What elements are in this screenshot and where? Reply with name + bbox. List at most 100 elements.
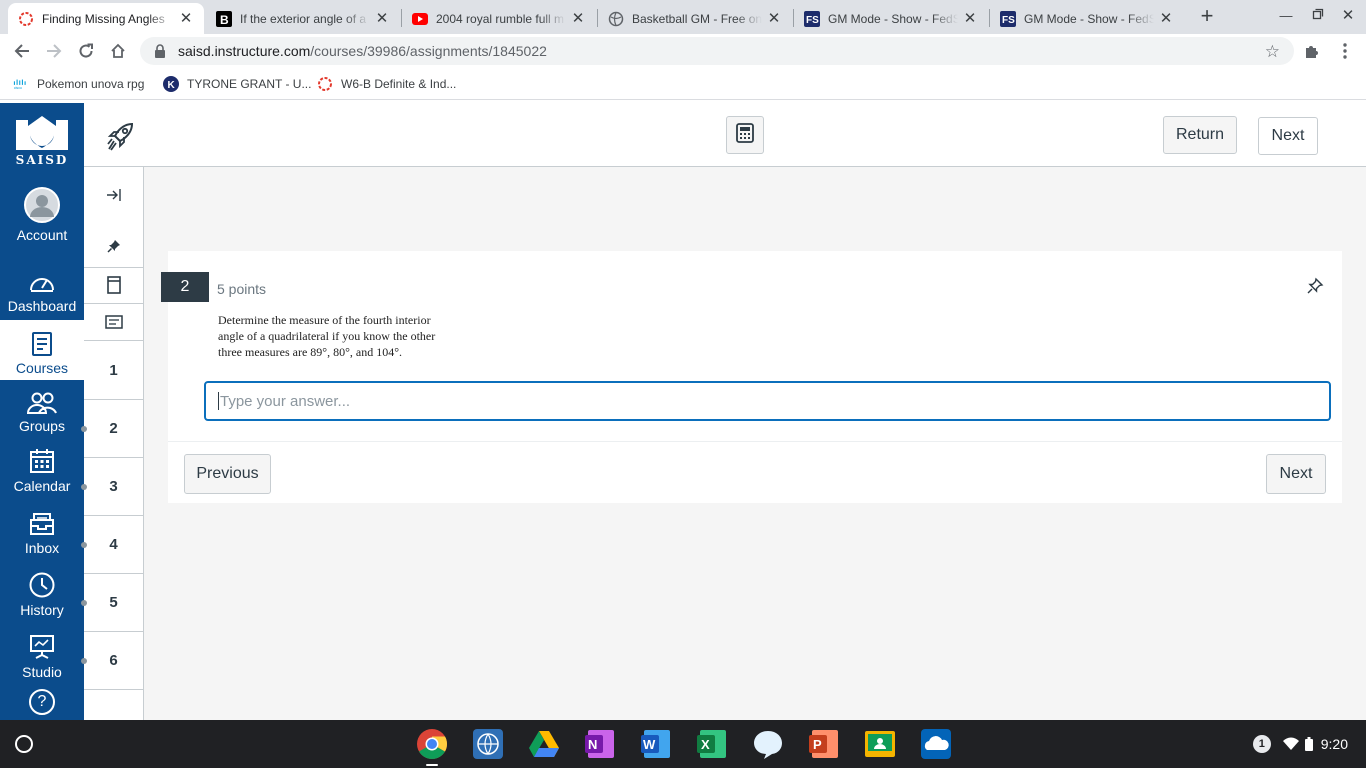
tab-basketball-gm[interactable]: Basketball GM - Free onli ✕: [598, 3, 792, 34]
header-next-button[interactable]: Next: [1258, 117, 1318, 155]
question-link-6[interactable]: 6: [81, 632, 143, 690]
tab-title: If the exterior angle of a: [240, 11, 367, 26]
close-tab-icon[interactable]: ✕: [570, 10, 586, 27]
tab-title: Basketball GM - Free onli: [632, 11, 762, 26]
chat-bubble-icon[interactable]: [752, 728, 784, 760]
pin-question-icon[interactable]: [1306, 277, 1324, 295]
nav-history[interactable]: History: [0, 570, 84, 630]
onenote-icon[interactable]: N: [584, 728, 616, 760]
courses-icon: [31, 328, 53, 356]
back-icon[interactable]: [10, 39, 34, 63]
nav-label: Studio: [22, 664, 62, 680]
saisd-logo[interactable]: SAISD: [0, 103, 84, 179]
minimize-icon[interactable]: —: [1276, 6, 1296, 26]
system-tray[interactable]: 1 9:20: [1252, 720, 1366, 768]
return-button[interactable]: Return: [1163, 116, 1237, 154]
close-tab-icon[interactable]: ✕: [178, 10, 194, 27]
nav-groups[interactable]: Groups: [0, 386, 84, 446]
document-icon[interactable]: [84, 267, 143, 301]
bookmark-tyrone-grant[interactable]: K TYRONE GRANT - U...: [163, 76, 311, 92]
question-link-3[interactable]: 3: [81, 458, 143, 516]
nav-label: Calendar: [13, 478, 71, 494]
answer-input[interactable]: Type your answer...: [204, 381, 1331, 421]
close-window-icon[interactable]: ✕: [1338, 6, 1358, 26]
close-tab-icon[interactable]: ✕: [962, 10, 978, 27]
logo-text: SAISD: [16, 153, 69, 167]
address-bar[interactable]: saisd.instructure.com/courses/39986/assi…: [140, 37, 1294, 65]
close-tab-icon[interactable]: ✕: [1158, 10, 1174, 27]
nav-help[interactable]: ?: [0, 689, 84, 719]
rocket-icon[interactable]: [106, 122, 136, 152]
bookmark-label: TYRONE GRANT - U...: [187, 77, 312, 91]
nav-dashboard[interactable]: Dashboard: [0, 266, 84, 326]
bookmark-star-icon[interactable]: ☆: [1265, 42, 1280, 62]
close-tab-icon[interactable]: ✕: [766, 10, 782, 27]
fedsim-favicon-icon: FS: [804, 10, 820, 27]
taskbar: N W X P 1 9:20: [0, 720, 1366, 768]
youtube-favicon-icon: [412, 11, 428, 27]
nav-studio[interactable]: Studio: [0, 632, 84, 692]
status-dot: [81, 541, 87, 548]
clock-icon: [29, 570, 55, 598]
globe-favicon-icon: [608, 11, 624, 27]
reload-icon[interactable]: [74, 39, 98, 63]
tab-royal-rumble[interactable]: 2004 royal rumble full m ✕: [402, 3, 596, 34]
tab-title: GM Mode - Show - FedSi: [828, 11, 958, 26]
excel-icon[interactable]: X: [696, 728, 728, 760]
tab-gm-mode-2[interactable]: FS GM Mode - Show - FedSi ✕: [990, 3, 1184, 34]
text-block-icon[interactable]: [84, 303, 143, 341]
status-dot: [81, 483, 87, 490]
tab-gm-mode-1[interactable]: FS GM Mode - Show - FedSi ✕: [794, 3, 988, 34]
google-classroom-icon[interactable]: [864, 728, 896, 760]
svg-text:N: N: [588, 737, 597, 752]
tab-finding-missing-angles[interactable]: Finding Missing Angles ✕: [8, 3, 204, 34]
clock-time: 9:20: [1320, 736, 1348, 752]
question-link-2[interactable]: 2: [81, 400, 143, 458]
word-icon[interactable]: W: [640, 728, 672, 760]
forward-icon[interactable]: [42, 39, 66, 63]
extensions-icon[interactable]: [1300, 39, 1324, 63]
nav-courses[interactable]: Courses: [0, 320, 84, 380]
nav-inbox[interactable]: Inbox: [0, 508, 84, 568]
onedrive-icon[interactable]: [920, 728, 952, 760]
question-points: 5 points: [217, 281, 267, 297]
home-icon[interactable]: [106, 39, 130, 63]
tab-exterior-angle[interactable]: B If the exterior angle of a ✕: [206, 3, 400, 34]
bookmark-label: W6-B Definite & Ind...: [341, 77, 457, 91]
nav-account[interactable]: Account: [0, 187, 84, 255]
new-tab-button[interactable]: +: [1196, 5, 1218, 27]
inbox-icon: [29, 508, 55, 536]
question-link-5[interactable]: 5: [81, 574, 143, 632]
nav-label: History: [20, 602, 64, 618]
question-link-4[interactable]: 4: [81, 516, 143, 574]
question-link-1[interactable]: 1: [84, 342, 143, 400]
calculator-button[interactable]: [726, 116, 764, 154]
notification-badge[interactable]: 1: [1252, 735, 1271, 753]
question-card: 2 5 points Determine the measure of the …: [161, 251, 1342, 503]
bookmark-w6b[interactable]: W6-B Definite & Ind...: [317, 76, 456, 92]
collapse-panel-icon[interactable]: [84, 167, 143, 222]
nav-calendar[interactable]: Calendar: [0, 446, 84, 506]
tab-title: GM Mode - Show - FedSi: [1024, 11, 1154, 26]
next-button[interactable]: Next: [1266, 454, 1326, 494]
svg-text:K: K: [168, 80, 176, 91]
close-tab-icon[interactable]: ✕: [374, 10, 390, 27]
bookmark-pokemon[interactable]: cisco Pokemon unova rpg: [13, 76, 144, 92]
menu-kebab-icon[interactable]: [1333, 39, 1357, 63]
cisco-icon: cisco: [13, 76, 29, 92]
pin-icon[interactable]: [84, 229, 143, 262]
k-logo-icon: K: [163, 76, 179, 92]
fedsim-favicon-icon: FS: [1000, 10, 1016, 27]
maximize-icon[interactable]: [1308, 6, 1328, 26]
powerpoint-icon[interactable]: P: [808, 728, 840, 760]
nav-label: Groups: [19, 418, 65, 434]
tab-strip: Finding Missing Angles ✕ B If the exteri…: [0, 0, 1366, 34]
app-globe-icon[interactable]: [472, 728, 504, 760]
previous-button[interactable]: Previous: [184, 454, 271, 494]
launcher-icon[interactable]: [8, 728, 40, 760]
google-drive-icon[interactable]: [528, 728, 560, 760]
nav-label: Account: [16, 227, 68, 243]
svg-text:P: P: [813, 737, 822, 752]
groups-icon: [27, 386, 57, 414]
chrome-icon[interactable]: [416, 728, 448, 760]
